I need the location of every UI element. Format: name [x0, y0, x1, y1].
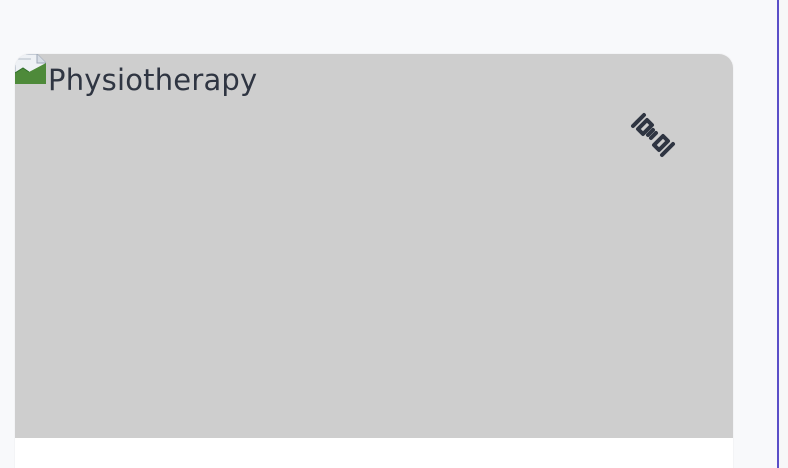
dumbbell-icon — [631, 113, 675, 157]
card-image: Physiotherapy — [15, 54, 733, 438]
broken-image-icon — [15, 54, 46, 84]
broken-image: Physiotherapy — [15, 54, 257, 96]
scrollbar-track[interactable] — [777, 0, 788, 468]
service-card[interactable]: Physiotherapy — [15, 54, 733, 468]
image-alt-text: Physiotherapy — [48, 63, 258, 97]
page: Physiotherapy — [0, 0, 788, 468]
